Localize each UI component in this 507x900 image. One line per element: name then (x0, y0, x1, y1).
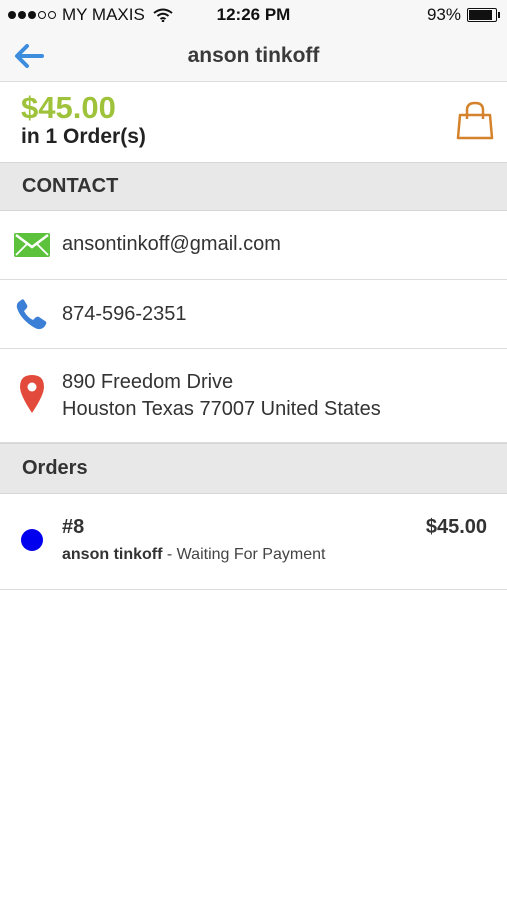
nav-bar: anson tinkoff (0, 30, 507, 82)
phone-number: 874-596-2351 (62, 303, 187, 325)
battery-level (469, 10, 493, 20)
battery-status: 93% (426, 5, 500, 25)
orders-section-header: Orders (0, 443, 507, 494)
battery-icon (467, 8, 500, 22)
orders-count: in 1 Order(s) (21, 125, 146, 148)
shopping-bag-icon[interactable] (456, 101, 494, 141)
address-row[interactable]: 890 Freedom Drive Houston Texas 77007 Un… (0, 349, 507, 443)
envelope-icon (14, 233, 50, 257)
order-details: anson tinkoff - Waiting For Payment (62, 546, 325, 564)
customer-summary: $45.00 in 1 Order(s) (0, 82, 507, 162)
address-line-2: Houston Texas 77007 United States (62, 398, 381, 420)
map-pin-icon (20, 375, 44, 413)
address-text: 890 Freedom Drive Houston Texas 77007 Un… (62, 369, 381, 423)
order-number: #8 (62, 516, 85, 538)
battery-percent: 93% (426, 5, 461, 24)
phone-icon (16, 299, 47, 330)
total-amount: $45.00 (21, 90, 116, 125)
contact-section-header: CONTACT (0, 162, 507, 211)
order-status: - Waiting For Payment (162, 546, 326, 563)
email-row[interactable]: ansontinkoff@gmail.com (0, 211, 507, 280)
address-line-1: 890 Freedom Drive (62, 371, 234, 393)
email-address: ansontinkoff@gmail.com (62, 233, 281, 255)
phone-row[interactable]: 874-596-2351 (0, 280, 507, 349)
order-status-dot (21, 529, 43, 551)
status-bar: MY MAXIS 12:26 PM 93% (0, 0, 507, 30)
order-amount: $45.00 (425, 516, 487, 538)
order-row[interactable]: #8 $45.00 anson tinkoff - Waiting For Pa… (0, 494, 507, 590)
page-title: anson tinkoff (187, 44, 320, 67)
order-customer: anson tinkoff (62, 546, 163, 563)
